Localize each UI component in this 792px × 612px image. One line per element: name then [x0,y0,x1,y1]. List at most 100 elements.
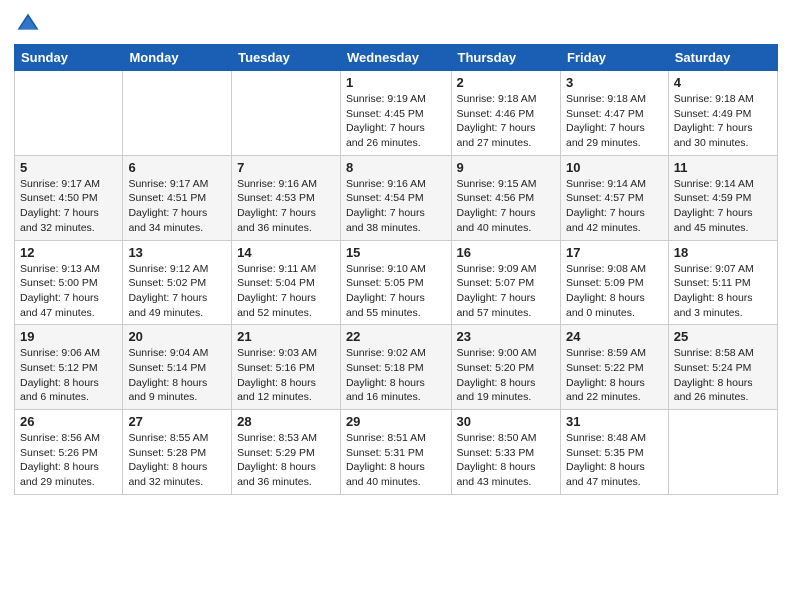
calendar-cell: 30 Sunrise: 8:50 AM Sunset: 5:33 PM Dayli… [451,410,560,495]
calendar-cell: 10 Sunrise: 9:14 AM Sunset: 4:57 PM Dayli… [560,155,668,240]
calendar-cell: 2 Sunrise: 9:18 AM Sunset: 4:46 PM Daylig… [451,71,560,156]
calendar-cell: 1 Sunrise: 9:19 AM Sunset: 4:45 PM Daylig… [340,71,451,156]
weekday-header-friday: Friday [560,45,668,71]
day-number: 24 [566,329,663,344]
calendar-cell: 31Sunrise: 8:48 AM Sunset: 5:35 PM Dayli… [560,410,668,495]
day-info: Sunrise: 9:16 AM Sunset: 4:53 PM Dayligh… [237,177,335,236]
calendar-cell: 22 Sunrise: 9:02 AM Sunset: 5:18 PM Dayli… [340,325,451,410]
day-info: Sunrise: 9:00 AM Sunset: 5:20 PM Dayligh… [457,346,555,405]
calendar-cell: 14 Sunrise: 9:11 AM Sunset: 5:04 PM Dayli… [232,240,341,325]
day-info: Sunrise: 9:12 AM Sunset: 5:02 PM Dayligh… [128,262,226,321]
day-number: 14 [237,245,335,260]
calendar-cell: 7 Sunrise: 9:16 AM Sunset: 4:53 PM Daylig… [232,155,341,240]
day-number: 29 [346,414,446,429]
calendar-cell: 17 Sunrise: 9:08 AM Sunset: 5:09 PM Dayli… [560,240,668,325]
week-row-5: 26 Sunrise: 8:56 AM Sunset: 5:26 PM Dayli… [15,410,778,495]
day-number: 9 [457,160,555,175]
day-info: Sunrise: 9:17 AM Sunset: 4:51 PM Dayligh… [128,177,226,236]
day-number: 31 [566,414,663,429]
day-number: 23 [457,329,555,344]
logo-icon [14,10,42,38]
day-info: Sunrise: 8:58 AM Sunset: 5:24 PM Dayligh… [674,346,772,405]
week-row-1: 1 Sunrise: 9:19 AM Sunset: 4:45 PM Daylig… [15,71,778,156]
day-number: 1 [346,75,446,90]
calendar-cell [668,410,777,495]
calendar-cell: 12 Sunrise: 9:13 AM Sunset: 5:00 PM Dayli… [15,240,123,325]
calendar-cell: 5 Sunrise: 9:17 AM Sunset: 4:50 PM Daylig… [15,155,123,240]
day-number: 26 [20,414,117,429]
calendar-table: SundayMondayTuesdayWednesdayThursdayFrid… [14,44,778,495]
day-info: Sunrise: 8:59 AM Sunset: 5:22 PM Dayligh… [566,346,663,405]
weekday-header-thursday: Thursday [451,45,560,71]
header [14,10,778,38]
weekday-header-sunday: Sunday [15,45,123,71]
day-number: 6 [128,160,226,175]
day-info: Sunrise: 9:08 AM Sunset: 5:09 PM Dayligh… [566,262,663,321]
day-info: Sunrise: 9:17 AM Sunset: 4:50 PM Dayligh… [20,177,117,236]
day-number: 25 [674,329,772,344]
day-number: 18 [674,245,772,260]
day-number: 16 [457,245,555,260]
day-info: Sunrise: 9:19 AM Sunset: 4:45 PM Dayligh… [346,92,446,151]
calendar-cell: 3Sunrise: 9:18 AM Sunset: 4:47 PM Daylig… [560,71,668,156]
day-info: Sunrise: 9:10 AM Sunset: 5:05 PM Dayligh… [346,262,446,321]
day-info: Sunrise: 9:15 AM Sunset: 4:56 PM Dayligh… [457,177,555,236]
week-row-4: 19 Sunrise: 9:06 AM Sunset: 5:12 PM Dayli… [15,325,778,410]
day-info: Sunrise: 9:07 AM Sunset: 5:11 PM Dayligh… [674,262,772,321]
day-number: 4 [674,75,772,90]
calendar-cell: 15 Sunrise: 9:10 AM Sunset: 5:05 PM Dayli… [340,240,451,325]
day-info: Sunrise: 8:51 AM Sunset: 5:31 PM Dayligh… [346,431,446,490]
calendar-cell: 11 Sunrise: 9:14 AM Sunset: 4:59 PM Dayli… [668,155,777,240]
calendar-cell: 24 Sunrise: 8:59 AM Sunset: 5:22 PM Dayli… [560,325,668,410]
day-number: 21 [237,329,335,344]
day-info: Sunrise: 9:03 AM Sunset: 5:16 PM Dayligh… [237,346,335,405]
calendar-cell: 19 Sunrise: 9:06 AM Sunset: 5:12 PM Dayli… [15,325,123,410]
calendar-cell: 23 Sunrise: 9:00 AM Sunset: 5:20 PM Dayli… [451,325,560,410]
day-number: 8 [346,160,446,175]
day-info: Sunrise: 9:18 AM Sunset: 4:46 PM Dayligh… [457,92,555,151]
calendar-cell [232,71,341,156]
calendar-cell: 4 Sunrise: 9:18 AM Sunset: 4:49 PM Daylig… [668,71,777,156]
day-number: 27 [128,414,226,429]
day-info: Sunrise: 8:53 AM Sunset: 5:29 PM Dayligh… [237,431,335,490]
day-number: 5 [20,160,117,175]
day-info: Sunrise: 9:06 AM Sunset: 5:12 PM Dayligh… [20,346,117,405]
day-number: 11 [674,160,772,175]
weekday-header-saturday: Saturday [668,45,777,71]
day-info: Sunrise: 8:50 AM Sunset: 5:33 PM Dayligh… [457,431,555,490]
day-number: 19 [20,329,117,344]
day-info: Sunrise: 9:18 AM Sunset: 4:47 PM Dayligh… [566,92,663,151]
day-number: 22 [346,329,446,344]
calendar-cell: 29 Sunrise: 8:51 AM Sunset: 5:31 PM Dayli… [340,410,451,495]
day-info: Sunrise: 8:55 AM Sunset: 5:28 PM Dayligh… [128,431,226,490]
day-number: 2 [457,75,555,90]
day-info: Sunrise: 9:11 AM Sunset: 5:04 PM Dayligh… [237,262,335,321]
logo [14,10,44,38]
page: SundayMondayTuesdayWednesdayThursdayFrid… [0,0,792,509]
calendar-cell: 28Sunrise: 8:53 AM Sunset: 5:29 PM Dayli… [232,410,341,495]
week-row-3: 12 Sunrise: 9:13 AM Sunset: 5:00 PM Dayli… [15,240,778,325]
calendar-cell: 9 Sunrise: 9:15 AM Sunset: 4:56 PM Daylig… [451,155,560,240]
day-info: Sunrise: 9:14 AM Sunset: 4:57 PM Dayligh… [566,177,663,236]
day-number: 10 [566,160,663,175]
calendar-cell: 13 Sunrise: 9:12 AM Sunset: 5:02 PM Dayli… [123,240,232,325]
day-info: Sunrise: 9:18 AM Sunset: 4:49 PM Dayligh… [674,92,772,151]
day-number: 7 [237,160,335,175]
calendar-cell: 8Sunrise: 9:16 AM Sunset: 4:54 PM Daylig… [340,155,451,240]
day-number: 17 [566,245,663,260]
day-number: 13 [128,245,226,260]
calendar-cell: 26 Sunrise: 8:56 AM Sunset: 5:26 PM Dayli… [15,410,123,495]
weekday-header-wednesday: Wednesday [340,45,451,71]
day-info: Sunrise: 9:13 AM Sunset: 5:00 PM Dayligh… [20,262,117,321]
day-number: 12 [20,245,117,260]
calendar-cell: 16 Sunrise: 9:09 AM Sunset: 5:07 PM Dayli… [451,240,560,325]
day-number: 20 [128,329,226,344]
day-info: Sunrise: 9:09 AM Sunset: 5:07 PM Dayligh… [457,262,555,321]
week-row-2: 5 Sunrise: 9:17 AM Sunset: 4:50 PM Daylig… [15,155,778,240]
day-number: 30 [457,414,555,429]
day-info: Sunrise: 8:56 AM Sunset: 5:26 PM Dayligh… [20,431,117,490]
day-info: Sunrise: 9:02 AM Sunset: 5:18 PM Dayligh… [346,346,446,405]
day-number: 15 [346,245,446,260]
calendar-cell: 20Sunrise: 9:04 AM Sunset: 5:14 PM Dayli… [123,325,232,410]
day-info: Sunrise: 9:14 AM Sunset: 4:59 PM Dayligh… [674,177,772,236]
